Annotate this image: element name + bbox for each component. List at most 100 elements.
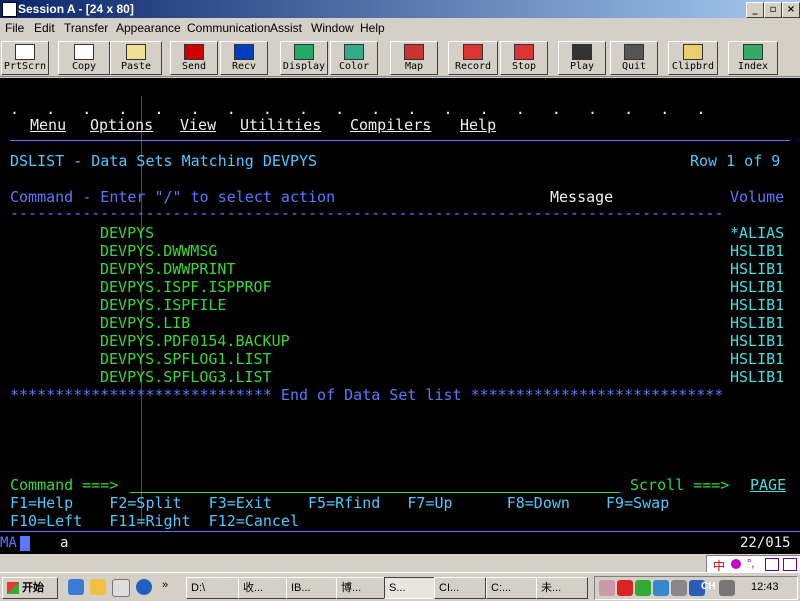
task-button[interactable]: 收... — [238, 577, 288, 599]
menu-file[interactable]: File — [5, 21, 24, 35]
tray-icon[interactable] — [617, 580, 633, 596]
ime-moon-icon[interactable] — [731, 559, 741, 569]
quit-icon — [624, 44, 644, 60]
clock: 12:43 — [751, 581, 779, 593]
ime-toolbar[interactable]: 中 °, — [706, 555, 800, 573]
quit-button[interactable]: Quit — [610, 41, 658, 75]
quicklaunch-more-icon[interactable]: » — [162, 579, 168, 591]
ispf-menu-menu[interactable]: Menu — [30, 116, 66, 134]
keyboard-icon[interactable] — [719, 580, 735, 596]
play-button[interactable]: Play — [558, 41, 606, 75]
task-button[interactable]: D:\ — [186, 577, 240, 599]
ime-language-label: CH — [701, 581, 716, 592]
map-icon — [404, 44, 424, 60]
dataset-volume: HSLIB1 — [730, 296, 785, 314]
tray-icon[interactable] — [653, 580, 669, 596]
terminal-screen[interactable]: . . . . . . . . . . . . . . . . . . . . … — [0, 78, 800, 554]
minimize-button[interactable]: _ — [746, 2, 764, 18]
ime-punct-icon[interactable]: °, — [747, 558, 754, 570]
command-input[interactable] — [130, 492, 620, 493]
copy-button[interactable]: Copy — [58, 41, 110, 75]
menu-appearance[interactable]: Appearance — [116, 21, 181, 35]
receive-icon — [234, 44, 254, 60]
dataset-name[interactable]: DEVPYS.LIB — [100, 314, 190, 332]
menu-transfer[interactable]: Transfer — [64, 21, 108, 35]
ispf-menu-utilities[interactable]: Utilities — [240, 116, 321, 134]
send-button[interactable]: Send — [170, 41, 218, 75]
taskbar: 开始 » D:\ 收... IB... 博... S... CI... C:..… — [0, 572, 800, 601]
dataset-volume: HSLIB1 — [730, 278, 785, 296]
ispf-menu-options[interactable]: Options — [90, 116, 153, 134]
ispf-menu-compilers[interactable]: Compilers — [350, 116, 431, 134]
panel-title: DSLIST - Data Sets Matching DEVPYS — [10, 152, 318, 170]
row-info: Row 1 of 9 — [690, 152, 781, 170]
windows-logo-icon — [7, 582, 19, 595]
close-button[interactable]: × — [782, 2, 800, 18]
title-bar[interactable]: Session A - [24 x 80] _ ▫ × — [0, 0, 800, 18]
function-keys-row-2: F10=Left F11=Right F12=Cancel — [10, 512, 299, 530]
oia-divider — [0, 531, 800, 532]
ispf-menu-help[interactable]: Help — [460, 116, 496, 134]
dataset-name[interactable]: DEVPYS.ISPF.ISPPROF — [100, 278, 272, 296]
messenger-icon[interactable] — [136, 579, 152, 595]
dataset-name[interactable]: DEVPYS.ISPFILE — [100, 296, 226, 314]
dataset-name[interactable]: DEVPYS.DWWPRINT — [100, 260, 235, 278]
dataset-volume: HSLIB1 — [730, 368, 785, 386]
menu-divider — [10, 140, 790, 141]
send-icon — [184, 44, 204, 60]
dataset-name[interactable]: DEVPYS.SPFLOG3.LIST — [100, 368, 272, 386]
tray-icon[interactable] — [635, 580, 651, 596]
input-mode: a — [60, 535, 69, 551]
system-tray: CH 12:43 — [594, 576, 798, 600]
dataset-name[interactable]: DEVPYS.DWWMSG — [100, 242, 217, 260]
volume-column-header: Volume — [730, 188, 785, 206]
function-keys-row-1: F1=Help F2=Split F3=Exit F5=Rfind F7=Up … — [10, 494, 670, 512]
color-button[interactable]: Color — [330, 41, 378, 75]
record-button[interactable]: Record — [448, 41, 498, 75]
end-of-list: ***************************** End of Dat… — [10, 386, 724, 404]
index-button[interactable]: Index — [728, 41, 778, 75]
scroll-field[interactable]: PAGE — [750, 476, 786, 494]
maximize-button[interactable]: ▫ — [764, 2, 782, 18]
clipbrd-button[interactable]: Clipbrd — [668, 41, 718, 75]
dataset-volume: HSLIB1 — [730, 332, 785, 350]
task-button[interactable]: C:... — [486, 577, 538, 599]
stop-button[interactable]: Stop — [500, 41, 548, 75]
menu-communication[interactable]: Communication — [187, 21, 270, 35]
map-button[interactable]: Map — [390, 41, 438, 75]
menu-assist[interactable]: Assist — [270, 21, 302, 35]
task-button-active[interactable]: S... — [384, 577, 436, 599]
task-button[interactable]: 未... — [536, 577, 588, 599]
prtscrn-button[interactable]: PrtScrn — [1, 41, 49, 75]
window-title: Session A - [24 x 80] — [18, 2, 134, 16]
dataset-name[interactable]: DEVPYS.PDF0154.BACKUP — [100, 332, 290, 350]
index-icon — [743, 44, 763, 60]
menu-help[interactable]: Help — [360, 21, 385, 35]
cursor-block — [20, 536, 30, 551]
ispf-menu-view[interactable]: View — [180, 116, 216, 134]
app-icon[interactable] — [2, 2, 17, 17]
ie-icon[interactable] — [68, 579, 84, 595]
dataset-name[interactable]: DEVPYS — [100, 224, 154, 242]
tray-icon[interactable] — [671, 580, 687, 596]
scroll-prompt: Scroll ===> — [630, 476, 730, 494]
show-desktop-icon[interactable] — [112, 579, 130, 597]
task-button[interactable]: IB... — [286, 577, 338, 599]
record-icon — [463, 44, 483, 60]
menu-bar: File Edit Transfer Appearance Communicat… — [0, 18, 800, 38]
menu-window[interactable]: Window — [311, 21, 354, 35]
task-button[interactable]: 博... — [336, 577, 386, 599]
menu-edit[interactable]: Edit — [34, 21, 55, 35]
task-button[interactable]: CI... — [434, 577, 486, 599]
ime-keyboard-icon[interactable] — [765, 558, 779, 571]
paste-icon — [126, 44, 146, 60]
start-button[interactable]: 开始 — [2, 577, 58, 599]
paste-button[interactable]: Paste — [110, 41, 162, 75]
ime-menu-icon[interactable] — [783, 558, 797, 571]
explorer-icon[interactable] — [90, 579, 106, 595]
display-button[interactable]: Display — [280, 41, 328, 75]
tray-icon[interactable] — [599, 580, 615, 596]
recv-button[interactable]: Recv — [220, 41, 268, 75]
dataset-name[interactable]: DEVPYS.SPFLOG1.LIST — [100, 350, 272, 368]
print-screen-icon — [15, 44, 35, 60]
